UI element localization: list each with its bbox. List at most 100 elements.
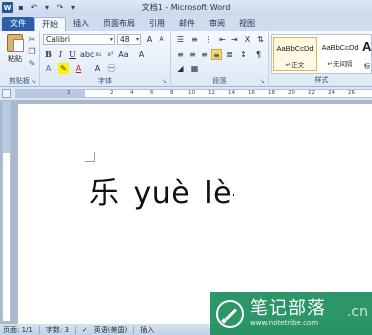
paragraph-launcher-icon[interactable]: ↘ bbox=[260, 79, 266, 85]
cut-icon[interactable]: ✂ bbox=[27, 35, 37, 45]
ruler-number: 20 bbox=[288, 90, 295, 96]
font-size-value: 48 bbox=[120, 35, 130, 44]
justify-icon[interactable]: ≡ bbox=[211, 49, 222, 60]
ruler-number: 4 bbox=[130, 90, 134, 96]
sort-icon[interactable]: ⇅ bbox=[255, 34, 266, 45]
font-launcher-icon[interactable]: ↘ bbox=[162, 79, 168, 85]
style-name: ↵正文 bbox=[285, 61, 305, 69]
numbering-icon[interactable]: ≡ bbox=[189, 34, 200, 45]
ruler-number: 14 bbox=[228, 90, 235, 96]
highlight-icon[interactable]: ✎ bbox=[58, 63, 69, 74]
quick-access-toolbar: W ▪ ↶ ▾ ↷ ▾ bbox=[0, 2, 78, 13]
paste-button[interactable]: 粘贴 bbox=[4, 34, 26, 72]
pen-logo-icon bbox=[216, 299, 244, 328]
char-shading-icon[interactable]: A bbox=[92, 63, 103, 74]
superscript-icon[interactable]: x² bbox=[105, 49, 116, 60]
tab-references[interactable]: 引用 bbox=[142, 17, 172, 31]
align-left-icon[interactable]: ≡ bbox=[175, 49, 186, 60]
tab-mailings[interactable]: 邮件 bbox=[172, 17, 202, 31]
status-insert-mode[interactable]: 插入 bbox=[140, 325, 154, 335]
dropdown-chevron-icon[interactable]: ▾ bbox=[42, 3, 52, 13]
undo-icon[interactable]: ↶ bbox=[29, 3, 39, 13]
style-normal[interactable]: AaBbCcDd ↵正文 bbox=[273, 37, 317, 71]
tab-home[interactable]: 开始 bbox=[34, 17, 66, 31]
change-case-icon[interactable]: Aa bbox=[118, 49, 129, 60]
borders-icon[interactable]: ▦ bbox=[189, 63, 200, 74]
font-color-icon[interactable]: A bbox=[73, 63, 84, 74]
customize-icon[interactable]: ▾ bbox=[68, 3, 78, 13]
ruler-number: 10 bbox=[188, 90, 195, 96]
tab-insert[interactable]: 插入 bbox=[66, 17, 96, 31]
strikethrough-icon[interactable]: abc bbox=[80, 49, 94, 60]
chinese-layout-icon[interactable]: X bbox=[242, 34, 253, 45]
format-painter-icon[interactable]: ✎ bbox=[27, 59, 37, 69]
bullets-icon[interactable]: ☰ bbox=[175, 34, 186, 45]
font-name-combo[interactable]: Calibri ▾ bbox=[43, 34, 115, 45]
document-text[interactable]: 乐 yuè lè bbox=[89, 168, 248, 212]
paste-icon bbox=[7, 34, 24, 52]
ruler-number: 18 bbox=[268, 90, 275, 96]
chevron-down-icon: ▾ bbox=[109, 36, 113, 43]
styles-group-label: 样式 bbox=[314, 76, 329, 84]
status-separator bbox=[133, 325, 135, 334]
show-marks-icon[interactable]: ¶ bbox=[253, 49, 264, 60]
style-sample: AaBbCcDd bbox=[276, 44, 314, 53]
paragraph-group: ☰ ≡ ⋮ ⇤ ⇥ X ⇅ ≡ ≡ ≡ ≡ ≣ ↕ ¶ ◢ ▦ 段落 ↘ bbox=[171, 31, 269, 87]
font-size-combo[interactable]: 48 ▾ bbox=[117, 34, 141, 45]
horizontal-ruler[interactable]: 2 2 4 6 8 10 12 14 16 18 20 22 24 26 bbox=[15, 89, 372, 98]
clear-format-icon[interactable]: A bbox=[136, 49, 147, 60]
subscript-icon[interactable]: x₂ bbox=[93, 49, 104, 60]
status-page[interactable]: 页面: 1/1 bbox=[3, 325, 33, 335]
decrease-indent-icon[interactable]: ⇤ bbox=[217, 34, 228, 45]
increase-indent-icon[interactable]: ⇥ bbox=[229, 34, 240, 45]
text-effects-icon[interactable]: A bbox=[43, 63, 54, 74]
ruler-number: 16 bbox=[248, 90, 255, 96]
paste-label: 粘贴 bbox=[8, 55, 22, 63]
ruler-left-margin bbox=[15, 90, 85, 97]
tab-page-layout[interactable]: 页面布局 bbox=[96, 17, 142, 31]
shading-icon[interactable]: ◢ bbox=[175, 63, 186, 74]
style-heading[interactable]: Aa 标 bbox=[362, 37, 372, 71]
style-no-spacing[interactable]: AaBbCcDd ↵无间隔 bbox=[318, 37, 362, 71]
multilevel-list-icon[interactable]: ⋮ bbox=[203, 34, 214, 45]
status-word-count[interactable]: 字数: 3 bbox=[46, 325, 69, 335]
status-separator bbox=[38, 325, 40, 334]
distributed-icon[interactable]: ≣ bbox=[224, 49, 235, 60]
bold-button[interactable]: B bbox=[43, 49, 54, 60]
tab-file[interactable]: 文件 bbox=[2, 17, 34, 31]
align-center-icon[interactable]: ≡ bbox=[187, 49, 198, 60]
shrink-font-icon[interactable]: A bbox=[156, 34, 167, 45]
document-page[interactable]: 乐 yuè lè bbox=[18, 104, 372, 324]
line-spacing-icon[interactable]: ↕ bbox=[238, 49, 249, 60]
clipboard-launcher-icon[interactable]: ↘ bbox=[31, 79, 37, 85]
doc-word: 乐 bbox=[89, 176, 120, 211]
style-name: 标 bbox=[363, 62, 371, 70]
ruler-number: 8 bbox=[170, 90, 174, 96]
status-language[interactable]: 英语(美国) bbox=[94, 325, 127, 335]
underline-button[interactable]: U bbox=[67, 49, 78, 60]
style-name: ↵无间隔 bbox=[327, 60, 353, 68]
save-icon[interactable]: ▪ bbox=[16, 3, 26, 13]
enclose-char-icon[interactable]: ㊀ bbox=[106, 63, 117, 74]
paragraph-group-label: 段落 bbox=[212, 77, 227, 85]
watermark-suffix: .cn bbox=[346, 304, 368, 320]
vertical-ruler[interactable] bbox=[2, 101, 11, 321]
copy-icon[interactable]: ❐ bbox=[27, 47, 37, 57]
text-cursor bbox=[233, 193, 235, 196]
proofing-icon[interactable]: ✓ bbox=[82, 326, 88, 334]
tab-selector-icon[interactable] bbox=[2, 89, 11, 98]
watermark-text: 笔记部落 www.notetribe.com bbox=[250, 299, 326, 328]
tab-review[interactable]: 审阅 bbox=[202, 17, 232, 31]
italic-button[interactable]: I bbox=[55, 49, 66, 60]
title-bar: W ▪ ↶ ▾ ↷ ▾ 文档1 - Microsoft Word bbox=[0, 0, 372, 15]
redo-icon[interactable]: ↷ bbox=[55, 3, 65, 13]
clipboard-group: 粘贴 ✂ ❐ ✎ 剪贴板 ↘ bbox=[0, 31, 40, 87]
align-right-icon[interactable]: ≡ bbox=[199, 49, 210, 60]
ruler-number: 2 bbox=[110, 90, 114, 96]
font-name-value: Calibri bbox=[46, 35, 70, 44]
tab-view[interactable]: 视图 bbox=[232, 17, 262, 31]
word-logo-icon[interactable]: W bbox=[2, 2, 13, 13]
font-group: Calibri ▾ 48 ▾ A A B I U abc x₂ x² Aa A … bbox=[40, 31, 171, 87]
ribbon-home: 粘贴 ✂ ❐ ✎ 剪贴板 ↘ Calibri ▾ 48 ▾ A A B I U … bbox=[0, 31, 372, 87]
grow-font-icon[interactable]: A bbox=[144, 34, 155, 45]
